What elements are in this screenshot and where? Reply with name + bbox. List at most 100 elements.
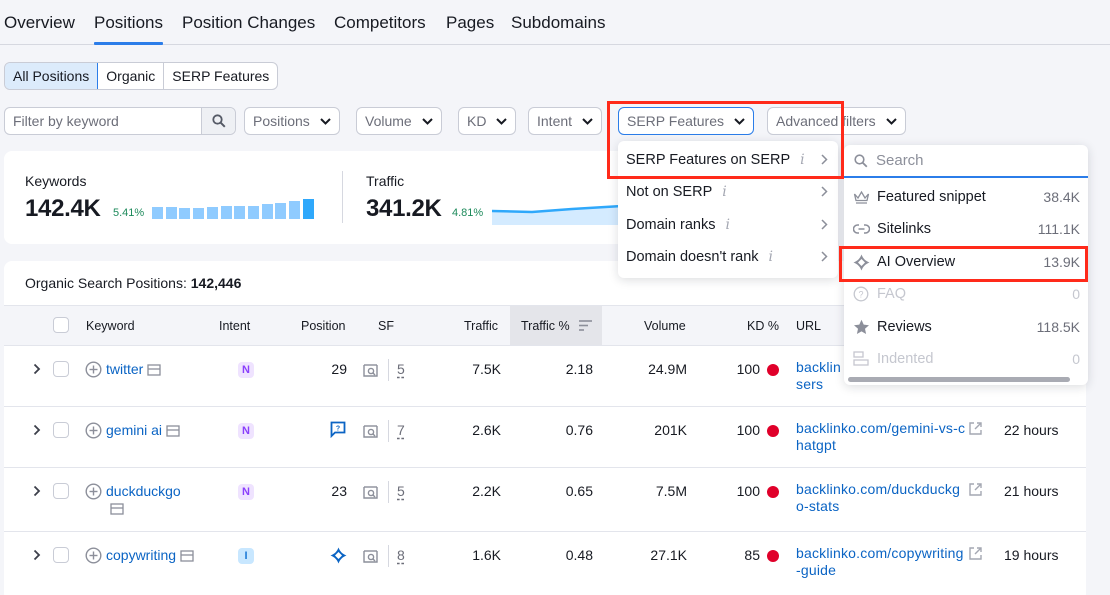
tab-competitors[interactable]: Competitors	[334, 13, 426, 33]
expand-row-icon[interactable]	[33, 363, 41, 375]
col-kd[interactable]: KD %	[747, 319, 779, 333]
serp-features-filter-label: SERP Features	[627, 113, 725, 129]
serp-feature-label: Featured snippet	[877, 189, 986, 205]
advanced-filters-dropdown[interactable]: Advanced filters	[767, 107, 906, 135]
keyword-link[interactable]: copywriting	[106, 547, 194, 564]
position-value: 29	[331, 361, 347, 377]
segment-all-positions[interactable]: All Positions	[5, 63, 99, 89]
volume-value: 7.5M	[655, 483, 687, 499]
tab-overview[interactable]: Overview	[4, 13, 75, 33]
col-url[interactable]: URL	[796, 319, 821, 333]
crown-icon	[853, 190, 869, 204]
keyword-link[interactable]: duckduckgo	[106, 483, 181, 517]
add-keyword-icon[interactable]	[85, 422, 102, 439]
select-all-checkbox[interactable]	[53, 317, 69, 333]
chevron-down-icon	[421, 117, 433, 125]
serp-feature-indented[interactable]: Indented 0	[844, 343, 1088, 375]
keywords-trend-bar	[206, 207, 218, 219]
traffic-value: 2.6K	[472, 422, 501, 438]
menu-item-domain-ranks[interactable]: Domain ranks i	[618, 209, 838, 241]
tab-pages[interactable]: Pages	[446, 13, 494, 33]
segment-serp-features[interactable]: SERP Features	[164, 63, 277, 89]
serp-feature-label: Sitelinks	[877, 221, 931, 237]
submenu-search-input[interactable]	[876, 152, 1076, 169]
url-link[interactable]: backlin sers	[796, 359, 844, 393]
external-link-icon[interactable]	[968, 421, 983, 436]
serp-snapshot-icon[interactable]	[180, 550, 194, 562]
traffic-trend-area	[492, 206, 622, 225]
segment-organic[interactable]: Organic	[98, 63, 165, 89]
row-checkbox[interactable]	[53, 361, 69, 377]
add-keyword-icon[interactable]	[85, 547, 102, 564]
table-title: Organic Search Positions: 142,446	[25, 275, 241, 291]
tab-position-changes[interactable]: Position Changes	[182, 13, 315, 33]
serp-snapshot-icon[interactable]	[166, 425, 180, 437]
intent-filter-dropdown[interactable]: Intent	[528, 107, 603, 135]
info-icon[interactable]: i	[722, 184, 726, 200]
tab-subdomains[interactable]: Subdomains	[511, 13, 606, 33]
serp-snapshot-icon[interactable]	[147, 364, 161, 376]
volume-value: 201K	[654, 422, 687, 438]
menu-item-not-on-serp[interactable]: Not on SERP i	[618, 176, 838, 208]
row-checkbox[interactable]	[53, 547, 69, 563]
keyword-link[interactable]: twitter	[106, 361, 161, 378]
col-volume[interactable]: Volume	[644, 319, 686, 333]
menu-item-domain-doesnt-rank[interactable]: Domain doesn't rank i	[618, 241, 838, 273]
info-icon[interactable]: i	[769, 249, 773, 265]
col-intent[interactable]: Intent	[219, 319, 250, 333]
serp-results-icon[interactable]	[362, 484, 379, 500]
sf-count[interactable]: 7	[397, 422, 405, 438]
serp-feature-sitelinks[interactable]: Sitelinks 111.1K	[844, 213, 1088, 245]
keyword-search-button[interactable]	[201, 108, 235, 134]
keyword-filter-input[interactable]	[5, 108, 201, 134]
chevron-down-icon	[496, 117, 508, 125]
sf-count[interactable]: 5	[397, 361, 405, 377]
add-keyword-icon[interactable]	[85, 483, 102, 500]
col-traffic-pct[interactable]: Traffic %	[521, 319, 570, 333]
serp-snapshot-icon[interactable]	[110, 503, 124, 515]
kd-filter-dropdown[interactable]: KD	[458, 107, 517, 135]
col-traffic[interactable]: Traffic	[464, 319, 498, 333]
url-link[interactable]: backlinko.com/gemini-vs-chatgpt	[796, 420, 966, 454]
expand-row-icon[interactable]	[33, 424, 41, 436]
submenu-scrollbar[interactable]	[848, 377, 1070, 382]
serp-feature-count: 111.1K	[1037, 221, 1080, 237]
expand-row-icon[interactable]	[33, 549, 41, 561]
sf-divider	[388, 481, 389, 503]
metric-divider	[342, 171, 343, 223]
volume-filter-dropdown[interactable]: Volume	[356, 107, 442, 135]
external-link-icon[interactable]	[968, 546, 983, 561]
col-sf[interactable]: SF	[378, 319, 394, 333]
sort-desc-icon[interactable]	[579, 320, 592, 331]
menu-item-serp-features-on-serp[interactable]: SERP Features on SERP i	[618, 144, 838, 176]
keyword-link[interactable]: gemini ai	[106, 422, 180, 439]
serp-features-filter-dropdown[interactable]: SERP Features	[618, 107, 755, 135]
keyword-text: twitter	[106, 361, 144, 377]
serp-feature-reviews[interactable]: Reviews 118.5K	[844, 311, 1088, 343]
keywords-label: Keywords	[25, 173, 87, 189]
serp-feature-faq[interactable]: ? FAQ 0	[844, 278, 1088, 310]
traffic-value: 1.6K	[472, 547, 501, 563]
add-keyword-icon[interactable]	[85, 361, 102, 378]
keywords-trend-bar	[220, 206, 232, 219]
info-icon[interactable]: i	[800, 152, 804, 168]
serp-results-icon[interactable]	[362, 548, 379, 564]
col-keyword[interactable]: Keyword	[86, 319, 135, 333]
expand-row-icon[interactable]	[33, 485, 41, 497]
col-position[interactable]: Position	[301, 319, 345, 333]
url-link[interactable]: backlinko.com/copywriting-guide	[796, 545, 966, 579]
positions-filter-dropdown[interactable]: Positions	[244, 107, 340, 135]
row-checkbox[interactable]	[53, 422, 69, 438]
serp-feature-ai-overview[interactable]: AI Overview 13.9K	[844, 246, 1088, 278]
external-link-icon[interactable]	[968, 482, 983, 497]
sf-count[interactable]: 5	[397, 483, 405, 499]
serp-results-icon[interactable]	[362, 362, 379, 378]
serp-results-icon[interactable]	[362, 423, 379, 439]
row-checkbox[interactable]	[53, 483, 69, 499]
url-link[interactable]: backlinko.com/duckduckgo-stats	[796, 481, 966, 515]
sf-count[interactable]: 8	[397, 547, 405, 563]
info-icon[interactable]: i	[725, 217, 729, 233]
keywords-trend-bar	[179, 208, 191, 219]
tab-positions[interactable]: Positions	[94, 13, 163, 45]
serp-feature-featured-snippet[interactable]: Featured snippet 38.4K	[844, 181, 1088, 213]
